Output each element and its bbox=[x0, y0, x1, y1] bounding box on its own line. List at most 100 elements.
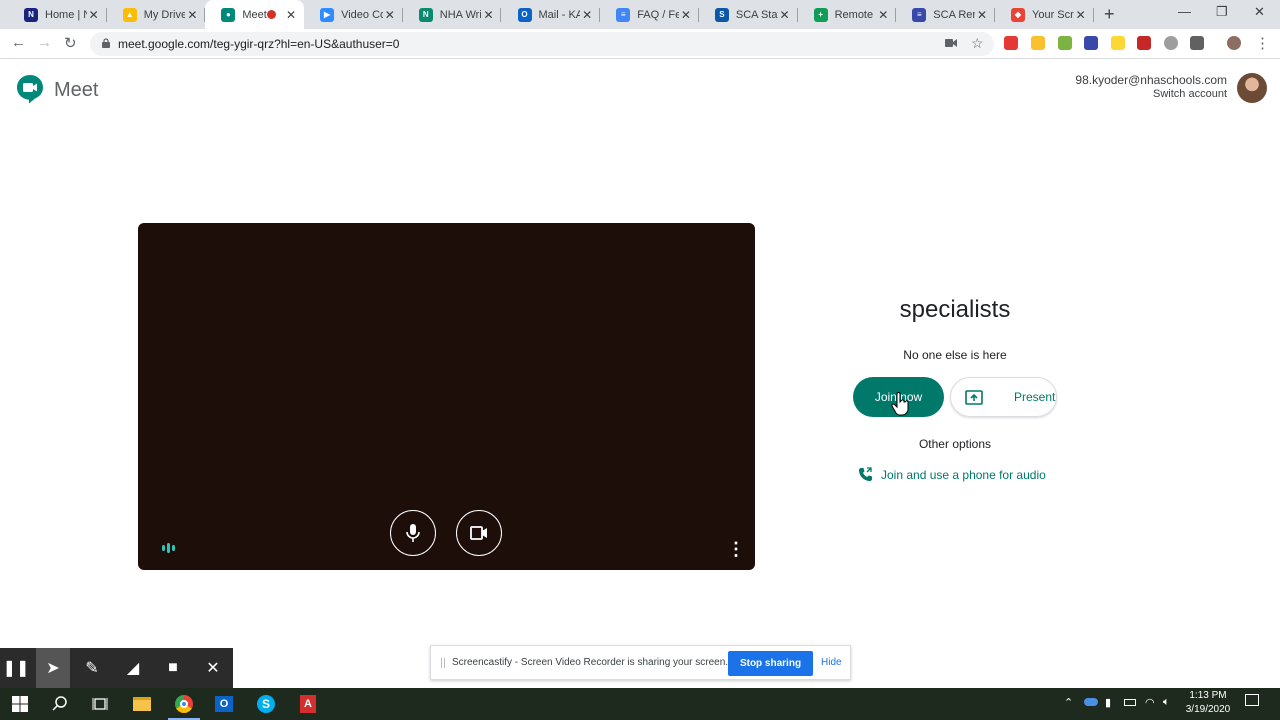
lock-icon bbox=[102, 38, 110, 48]
close-tab-icon[interactable]: ✕ bbox=[876, 8, 890, 22]
back-icon[interactable]: ← bbox=[11, 34, 26, 51]
extension-icon[interactable] bbox=[1084, 36, 1098, 50]
forward-icon[interactable]: → bbox=[37, 34, 52, 51]
extension-icon[interactable] bbox=[1111, 36, 1125, 50]
drag-handle-icon[interactable] bbox=[441, 658, 445, 668]
restore-button[interactable]: ❐ bbox=[1216, 4, 1228, 20]
close-tab-icon[interactable]: ✕ bbox=[383, 8, 397, 22]
camera-toggle-button[interactable] bbox=[456, 510, 502, 556]
audio-level-icon bbox=[162, 543, 175, 553]
pen-tool-icon[interactable]: ✎ bbox=[80, 656, 104, 680]
browser-tab[interactable]: ● Meet ✕ bbox=[205, 0, 305, 29]
close-tab-icon[interactable]: ✕ bbox=[185, 8, 199, 22]
tab-label: NHA Writ bbox=[439, 8, 482, 21]
recording-indicator-icon bbox=[267, 10, 277, 19]
profile-avatar-icon[interactable] bbox=[1227, 36, 1241, 50]
hide-notification-button[interactable]: Hide bbox=[821, 657, 842, 668]
video-preview: ⋮ bbox=[138, 223, 755, 570]
close-window-button[interactable]: ✕ bbox=[1254, 4, 1265, 20]
browser-tab[interactable]: S SCA Staff✕ bbox=[699, 0, 798, 29]
tab-favicon-icon: ▶ bbox=[320, 7, 335, 22]
tab-label: Mail - KA bbox=[538, 8, 581, 21]
file-explorer-icon[interactable] bbox=[122, 688, 162, 720]
screencastify-extension-icon[interactable] bbox=[1004, 36, 1018, 50]
stop-sharing-button[interactable]: Stop sharing bbox=[728, 651, 813, 676]
tab-label: Video Co bbox=[341, 8, 383, 21]
new-tab-button[interactable]: + bbox=[1104, 4, 1115, 25]
omnibox[interactable]: meet.google.com/teg-ygir-qrz?hl=en-US&au… bbox=[90, 32, 994, 56]
close-tab-icon[interactable]: ✕ bbox=[975, 8, 989, 22]
notifications-icon[interactable] bbox=[1245, 694, 1259, 706]
acrobat-icon[interactable]: A bbox=[288, 688, 328, 720]
close-tab-icon[interactable]: ✕ bbox=[1074, 8, 1088, 22]
volume-icon[interactable]: 🔈︎ bbox=[1163, 696, 1170, 709]
eraser-tool-icon[interactable]: ◢ bbox=[121, 656, 145, 680]
join-by-phone-link[interactable]: Join and use a phone for audio bbox=[858, 467, 1046, 482]
reload-icon[interactable]: ↻ bbox=[64, 34, 77, 52]
avatar[interactable] bbox=[1237, 73, 1267, 103]
close-tab-icon[interactable]: ✕ bbox=[481, 8, 495, 22]
browser-tab[interactable]: ▲ My Drive ✕ bbox=[107, 0, 206, 29]
clock-date: 3/19/2020 bbox=[1185, 704, 1231, 715]
account-info: 98.kyoder@nhaschools.com Switch account bbox=[1075, 73, 1227, 100]
tab-favicon-icon: ≡ bbox=[616, 7, 631, 22]
skype-icon[interactable]: S bbox=[246, 688, 286, 720]
tab-label: Your Scre bbox=[1032, 8, 1074, 21]
extension-icon[interactable] bbox=[1190, 36, 1204, 50]
search-icon[interactable] bbox=[40, 688, 80, 720]
tab-label: My Drive bbox=[143, 8, 186, 21]
show-hidden-icons[interactable]: ⌃ bbox=[1064, 696, 1073, 709]
tab-favicon-icon: ◆ bbox=[1011, 7, 1025, 22]
close-tab-icon[interactable]: ✕ bbox=[87, 8, 101, 22]
switch-account-link[interactable]: Switch account bbox=[1075, 88, 1227, 100]
battery-icon[interactable] bbox=[1124, 699, 1136, 706]
participant-status: No one else is here bbox=[903, 348, 1007, 362]
microphone-toggle-button[interactable] bbox=[390, 510, 436, 556]
browser-menu-icon[interactable]: ⋮ bbox=[1255, 34, 1270, 52]
present-button[interactable]: Present bbox=[950, 377, 1057, 417]
browser-tab[interactable]: ≡ FAQ / Fe ✕ bbox=[600, 0, 699, 29]
pause-recording-icon[interactable]: ❚❚ bbox=[3, 656, 30, 680]
pdf-extension-icon[interactable] bbox=[1137, 36, 1151, 50]
chrome-icon[interactable] bbox=[164, 688, 204, 720]
close-tab-icon[interactable]: ✕ bbox=[778, 8, 792, 22]
screencastify-toolbar: ❚❚ ➤ ✎ ◢ ■ ✕ bbox=[0, 648, 233, 688]
tab-favicon-icon: ≡ bbox=[912, 7, 927, 22]
outlook-icon[interactable]: O bbox=[204, 688, 244, 720]
windows-start-icon[interactable] bbox=[0, 688, 40, 720]
extension-icon[interactable] bbox=[1058, 36, 1072, 50]
url-text: meet.google.com/teg-ygir-qrz?hl=en-US&au… bbox=[118, 37, 400, 51]
task-view-icon[interactable] bbox=[80, 688, 120, 720]
browser-tab[interactable]: N Home | N ✕ bbox=[8, 0, 107, 29]
browser-tab[interactable]: ◆ Your Scre✕ bbox=[995, 0, 1094, 29]
wifi-icon[interactable]: ◠ bbox=[1145, 696, 1155, 709]
browser-tab[interactable]: + Remote L✕ bbox=[798, 0, 897, 29]
tab-label: Meet bbox=[242, 8, 267, 21]
phone-icon bbox=[859, 467, 872, 481]
tab-label: Home | N bbox=[45, 8, 87, 21]
taskbar-clock[interactable]: 1:13 PM 3/19/2020 bbox=[1180, 689, 1236, 717]
camera-extension-icon[interactable] bbox=[1164, 36, 1178, 50]
webcam-toggle-icon[interactable]: ■ bbox=[161, 656, 185, 680]
browser-tab[interactable]: ≡ SCA Rem✕ bbox=[896, 0, 995, 29]
minimize-button[interactable]: — bbox=[1178, 4, 1191, 19]
more-options-icon[interactable]: ⋮ bbox=[727, 539, 745, 560]
tab-favicon-icon: N bbox=[418, 7, 433, 22]
close-tab-icon[interactable]: ✕ bbox=[580, 8, 594, 22]
extension-icon[interactable] bbox=[1031, 36, 1045, 50]
microphone-tray-icon[interactable]: ▮ bbox=[1105, 696, 1111, 709]
browser-tab[interactable]: N NHA Writ ✕ bbox=[403, 0, 502, 29]
close-tab-icon[interactable]: ✕ bbox=[284, 8, 298, 22]
camera-blocked-icon[interactable] bbox=[945, 38, 957, 48]
browser-tab[interactable]: O Mail - KA ✕ bbox=[502, 0, 601, 29]
tab-label: SCA Rem bbox=[933, 8, 975, 21]
present-label: Present bbox=[1014, 390, 1056, 404]
close-tab-icon[interactable]: ✕ bbox=[679, 8, 693, 22]
browser-tab[interactable]: ▶ Video Co ✕ bbox=[304, 0, 403, 29]
cursor-tool-icon[interactable]: ➤ bbox=[36, 648, 70, 688]
close-toolbar-icon[interactable]: ✕ bbox=[201, 656, 225, 680]
bookmark-star-icon[interactable]: ☆ bbox=[971, 35, 984, 52]
microphone-icon bbox=[406, 524, 420, 542]
tab-favicon-icon: + bbox=[813, 7, 828, 22]
onedrive-icon[interactable] bbox=[1084, 698, 1098, 706]
